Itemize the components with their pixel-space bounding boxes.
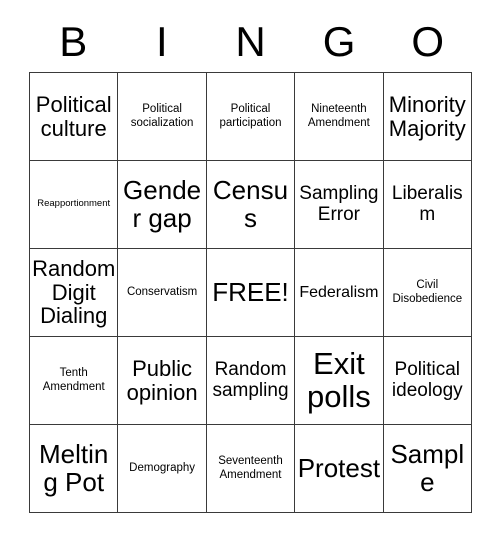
bingo-free-space-label: FREE! xyxy=(212,276,289,307)
bingo-cell-label: Liberalism xyxy=(391,182,463,225)
bingo-cell-label: Tenth Amendment xyxy=(42,366,105,393)
bingo-grid: Political culture Political socializatio… xyxy=(29,72,472,513)
bingo-cell-label: Protest xyxy=(297,452,381,483)
bingo-cell-r4c3[interactable]: Random sampling xyxy=(206,337,296,425)
bingo-cell-label: Reapportionment xyxy=(37,198,111,210)
bingo-cell-label: Demography xyxy=(129,461,196,474)
bingo-cell-r3c4[interactable]: Federalism xyxy=(295,249,384,337)
bingo-cell-label: Civil Disobedience xyxy=(392,278,463,305)
bingo-cell-label: Federalism xyxy=(299,283,379,301)
bingo-cell-label: Public opinion xyxy=(126,355,198,405)
bingo-cell-r3c2[interactable]: Conservatism xyxy=(118,249,207,337)
bingo-cell-r4c1[interactable]: Tenth Amendment xyxy=(30,337,119,425)
bingo-cell-label: Conservatism xyxy=(126,285,198,298)
bingo-cell-label: Sampling Error xyxy=(299,182,379,225)
bingo-cell-r1c2[interactable]: Political socialization xyxy=(118,73,207,161)
bingo-cell-r5c2[interactable]: Demography xyxy=(118,425,207,513)
bingo-cell-label: Political participation xyxy=(219,102,282,129)
bingo-cell-r3c1[interactable]: Random Digit Dialing xyxy=(30,249,119,337)
bingo-cell-label: Random sampling xyxy=(212,358,289,401)
bingo-header-letter-b: B xyxy=(59,18,88,65)
bingo-cell-label: Political ideology xyxy=(391,358,463,401)
bingo-header-letter-o: O xyxy=(411,18,444,65)
bingo-cell-label: Exit polls xyxy=(307,346,371,414)
bingo-cell-r1c4[interactable]: Nineteenth Amendment xyxy=(295,73,384,161)
bingo-cell-r2c3[interactable]: Census xyxy=(206,161,296,249)
bingo-cell-r2c5[interactable]: Liberalism xyxy=(383,161,472,249)
bingo-cell-label: Sample xyxy=(390,438,465,497)
bingo-cell-r1c3[interactable]: Political participation xyxy=(206,73,296,161)
bingo-cell-r1c5[interactable]: Minority Majority xyxy=(383,73,472,161)
bingo-cell-label: Census xyxy=(212,174,289,233)
bingo-cell-label: Nineteenth Amendment xyxy=(307,102,370,129)
bingo-card: B I N G O Political culture Political so… xyxy=(0,0,500,544)
bingo-cell-r4c2[interactable]: Public opinion xyxy=(118,337,207,425)
bingo-cell-label: Political socialization xyxy=(130,102,194,129)
bingo-cell-label: Melting Pot xyxy=(39,438,109,497)
bingo-cell-r2c1[interactable]: Reapportionment xyxy=(30,161,119,249)
bingo-cell-r5c4[interactable]: Protest xyxy=(295,425,384,513)
bingo-cell-free-space[interactable]: FREE! xyxy=(206,249,296,337)
bingo-cell-r3c5[interactable]: Civil Disobedience xyxy=(383,249,472,337)
bingo-cell-r5c1[interactable]: Melting Pot xyxy=(30,425,119,513)
bingo-header-letter-i: I xyxy=(156,18,168,65)
bingo-header-letter-g: G xyxy=(322,18,356,65)
bingo-header-row: B I N G O xyxy=(29,14,472,70)
bingo-cell-r5c5[interactable]: Sample xyxy=(383,425,472,513)
bingo-cell-label: Seventeenth Amendment xyxy=(218,454,283,481)
bingo-cell-label: Minority Majority xyxy=(388,91,466,141)
bingo-cell-r1c1[interactable]: Political culture xyxy=(30,73,119,161)
bingo-header-letter-n: N xyxy=(235,18,266,65)
bingo-cell-label: Random Digit Dialing xyxy=(32,255,116,329)
bingo-cell-r5c3[interactable]: Seventeenth Amendment xyxy=(206,425,296,513)
bingo-cell-r2c4[interactable]: Sampling Error xyxy=(295,161,384,249)
bingo-cell-r4c5[interactable]: Political ideology xyxy=(383,337,472,425)
bingo-cell-r4c4[interactable]: Exit polls xyxy=(295,337,384,425)
bingo-cell-label: Political culture xyxy=(35,91,112,141)
bingo-cell-label: Gender gap xyxy=(123,174,202,233)
bingo-cell-r2c2[interactable]: Gender gap xyxy=(118,161,207,249)
